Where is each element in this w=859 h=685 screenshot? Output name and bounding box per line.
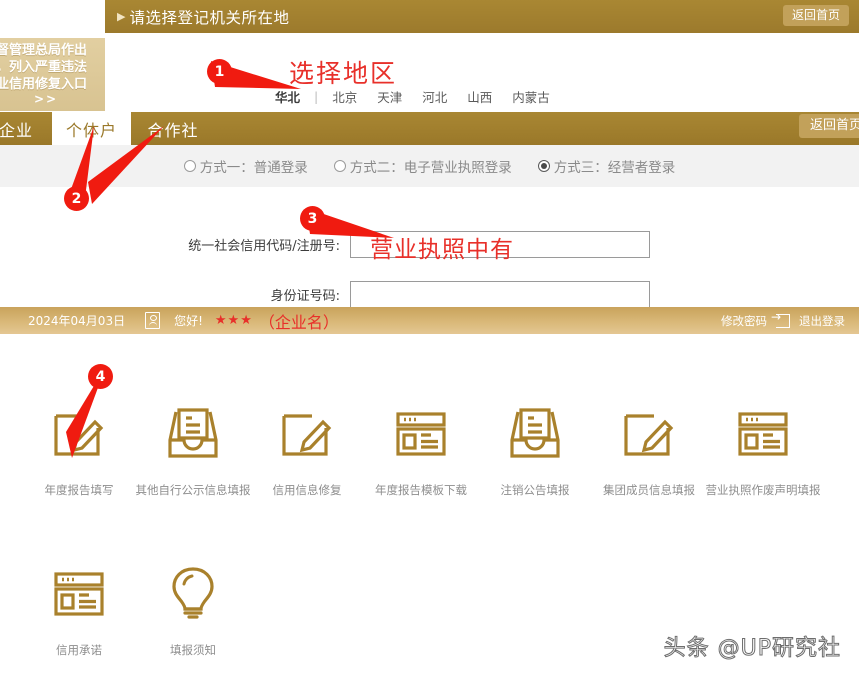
pencil-box-icon — [276, 402, 338, 464]
service-label: 注销公告填报 — [500, 483, 570, 497]
login-form-area: 统一社会信用代码/注册号: 身份证号码: 营业执照中有 — [0, 187, 859, 308]
login-mode-option-1[interactable]: 方式一：普通登录 — [183, 156, 308, 176]
return-home-button-tabbar[interactable]: 返回首页 — [798, 114, 859, 138]
region-item-tianjin[interactable]: 天津 — [377, 87, 422, 106]
id-card-icon — [145, 312, 161, 329]
side-notice-line-2: 处罚，列入严重违法 — [0, 60, 88, 75]
service-item-license-void-statement[interactable]: 营业执照作废声明填报 — [705, 402, 821, 498]
side-notice-line-3: 单企业信用修复入口 — [0, 77, 88, 92]
watermark-text: 头条 @UP研究社 — [663, 636, 841, 662]
change-password-link[interactable]: 修改密码 — [721, 313, 767, 329]
login-mode-label-3: 方式三：经营者登录 — [553, 160, 676, 176]
login-mode-row: 方式一：普通登录 方式二：电子营业执照登录 方式三：经营者登录 — [0, 145, 859, 187]
service-label: 集团成员信息填报 — [603, 483, 695, 497]
greeting-label: 您好! — [174, 314, 203, 328]
service-label: 年度报告模板下载 — [375, 483, 467, 497]
lightbulb-icon — [162, 562, 224, 624]
service-item-annual-report-fill[interactable]: 年度报告填写 — [22, 402, 136, 498]
region-group-huabei[interactable]: 华北 — [275, 87, 314, 106]
service-label: 营业执照作废声明填报 — [705, 483, 821, 497]
masked-company-name: ★★★ — [214, 313, 253, 328]
service-label: 填报须知 — [170, 643, 216, 657]
pencil-box-icon — [618, 402, 680, 464]
entity-type-tabbar: 企业 个体户 合作社 返回首页 — [0, 112, 859, 145]
region-link-list: 华北 | 北京 天津 河北 山西 内蒙古 — [275, 87, 570, 106]
logout-arrow-icon[interactable] — [771, 310, 790, 328]
login-mode-label-2: 方式二：电子营业执照登录 — [349, 160, 512, 176]
region-item-hebei[interactable]: 河北 — [422, 87, 467, 106]
inbox-doc-icon — [162, 402, 224, 464]
service-item-other-disclosure[interactable]: 其他自行公示信息填报 — [135, 402, 251, 498]
service-item-annual-report-template[interactable]: 年度报告模板下载 — [364, 402, 478, 498]
login-mode-option-2[interactable]: 方式二：电子营业执照登录 — [333, 156, 512, 176]
region-item-beijing[interactable]: 北京 — [332, 87, 377, 106]
service-item-cancellation-notice[interactable]: 注销公告填报 — [478, 402, 592, 498]
browser-window-icon — [48, 562, 110, 624]
label-credit-code: 统一社会信用代码/注册号: — [188, 239, 340, 254]
field-row-id-number: 身份证号码: — [0, 281, 650, 308]
company-name-annotation: （企业名） — [258, 312, 339, 332]
inbox-doc-icon — [504, 402, 566, 464]
login-mode-label-1: 方式一：普通登录 — [199, 160, 308, 176]
region-item-shanxi[interactable]: 山西 — [467, 87, 512, 106]
return-home-button-top[interactable]: 返回首页 — [782, 5, 849, 26]
side-notice-more-link[interactable]: >> — [0, 92, 122, 106]
annotation-badge-4: 4 — [88, 364, 113, 389]
service-item-credit-repair[interactable]: 信用信息修复 — [250, 402, 364, 498]
service-grid-row-2: 信用承诺 填报须知 — [22, 562, 250, 658]
browser-window-icon — [390, 402, 452, 464]
service-label: 年度报告填写 — [44, 483, 114, 497]
region-header-title: 请选择登记机关所在地 — [129, 8, 290, 27]
input-id-number[interactable] — [350, 281, 650, 308]
service-label: 其他自行公示信息填报 — [135, 483, 251, 497]
field-row-credit-code: 统一社会信用代码/注册号: — [0, 231, 650, 258]
tab-getihu[interactable]: 个体户 — [52, 112, 131, 145]
radio-icon-mode-1[interactable] — [183, 160, 196, 172]
region-annotation-caption: 选择地区 — [289, 59, 398, 88]
radio-icon-mode-3[interactable] — [537, 160, 550, 172]
current-date-label: 2024年04月03日 — [28, 314, 126, 328]
region-header-bar: ▶ 请选择登记机关所在地 返回首页 — [105, 0, 859, 33]
logout-link[interactable]: 退出登录 — [799, 313, 845, 329]
annotation-badge-1: 1 — [207, 59, 232, 84]
service-item-group-member-info[interactable]: 集团成员信息填报 — [592, 402, 706, 498]
user-status-bar: 2024年04月03日 您好! ★★★ （企业名） 修改密码 退出登录 — [0, 307, 859, 334]
login-mode-option-3[interactable]: 方式三：经营者登录 — [537, 156, 676, 176]
tab-qiye[interactable]: 企业 — [0, 112, 44, 145]
radio-icon-mode-2[interactable] — [333, 160, 346, 172]
pencil-box-icon — [48, 402, 110, 464]
annotation-badge-2: 2 — [64, 186, 89, 211]
annotation-badge-3: 3 — [300, 206, 325, 231]
input-credit-code[interactable] — [350, 231, 650, 258]
triangle-right-icon: ▶ — [117, 10, 126, 23]
service-item-credit-commitment[interactable]: 信用承诺 — [22, 562, 136, 658]
service-grid-row-1: 年度报告填写 其他自行公示信息填报 信用信息修复 年度报告模板下载 注销公告填报… — [22, 402, 821, 498]
region-item-neimenggu[interactable]: 内蒙古 — [512, 87, 570, 106]
label-id-number: 身份证号码: — [270, 289, 340, 304]
user-bar-actions: 修改密码 退出登录 — [721, 310, 845, 329]
region-separator: | — [314, 89, 319, 104]
service-label: 信用承诺 — [56, 643, 102, 657]
service-label: 信用信息修复 — [272, 483, 342, 497]
side-notice-line-1: 场监督管理总局作出 — [0, 43, 88, 58]
tab-hezuoshe[interactable]: 合作社 — [138, 112, 208, 145]
browser-window-icon — [732, 402, 794, 464]
service-item-filing-instructions[interactable]: 填报须知 — [136, 562, 250, 658]
